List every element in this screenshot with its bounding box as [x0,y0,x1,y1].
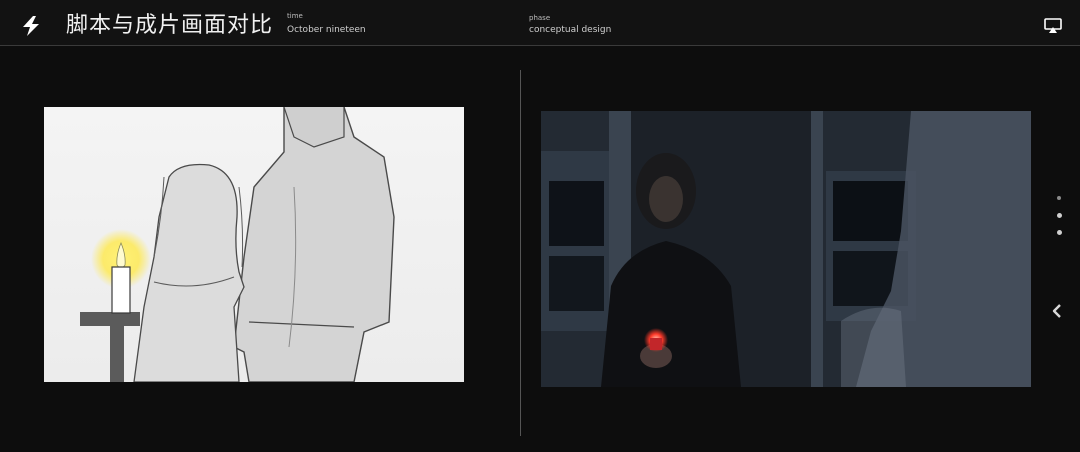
time-value: October nineteen [287,25,366,35]
pager-dot[interactable] [1057,230,1062,235]
center-divider [520,70,521,436]
lightning-bolt-icon[interactable] [20,15,42,37]
header-divider [0,45,1080,46]
pager-dots [1054,196,1064,238]
screen-cast-icon[interactable] [1044,18,1062,34]
page-title: 脚本与成片画面对比 [66,13,274,38]
time-label: time [287,12,303,20]
storyboard-sketch-image [44,107,464,382]
chevron-left-icon[interactable] [1050,300,1064,322]
phase-label: phase [529,14,551,22]
pager-dot[interactable] [1057,196,1061,200]
film-still-image [541,111,1031,387]
pager-dot-active[interactable] [1057,213,1062,218]
phase-value: conceptual design [529,25,612,35]
